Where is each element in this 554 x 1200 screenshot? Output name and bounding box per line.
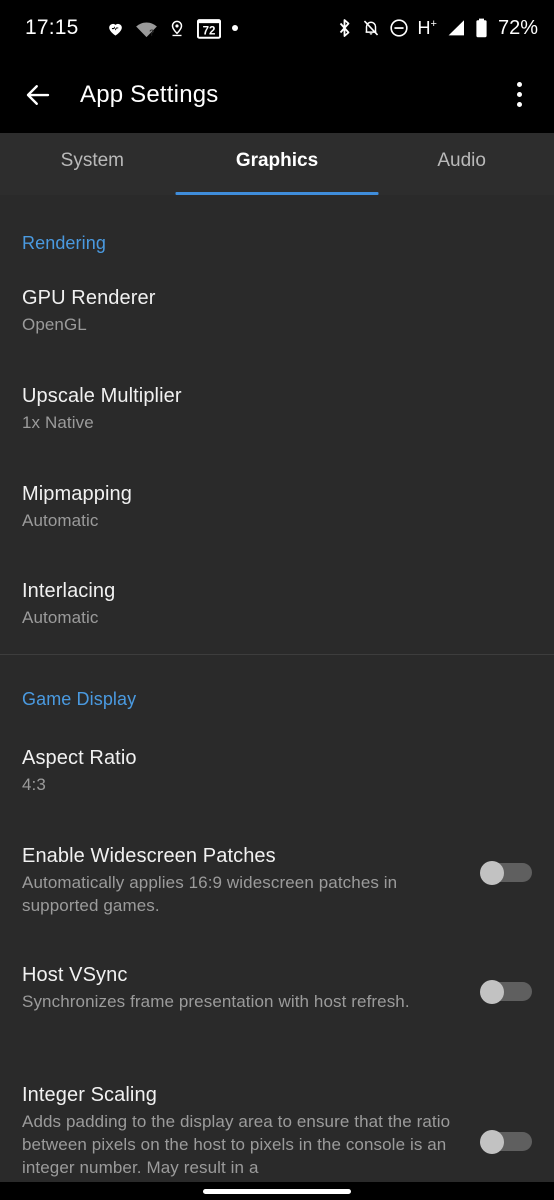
setting-title: Mipmapping	[22, 483, 132, 505]
setting-title: Aspect Ratio	[22, 747, 137, 769]
settings-list[interactable]: Rendering GPU Renderer OpenGL Upscale Mu…	[0, 195, 554, 1182]
row-text: Upscale Multiplier 1x Native	[22, 385, 532, 435]
setting-row-upscale-multiplier[interactable]: Upscale Multiplier 1x Native	[0, 385, 554, 435]
row-text: Integer Scaling Adds padding to the disp…	[22, 1084, 458, 1180]
row-text: Aspect Ratio 4:3	[22, 747, 532, 797]
location-pin-icon	[168, 19, 186, 38]
host-vsync-toggle[interactable]	[480, 980, 532, 1004]
section-header-game-display: Game Display	[22, 689, 137, 709]
network-type-label: H	[417, 18, 431, 38]
heart-icon	[106, 19, 125, 38]
widescreen-patches-toggle[interactable]	[480, 861, 532, 885]
tab-graphics-label: Graphics	[235, 150, 319, 171]
home-gesture-pill[interactable]	[203, 1188, 351, 1194]
setting-row-host-vsync[interactable]: Host VSync Synchronizes frame presentati…	[0, 964, 554, 1014]
setting-row-interlacing[interactable]: Interlacing Automatic	[0, 580, 554, 630]
setting-value: Automatic	[22, 511, 99, 530]
network-hplus-icon: H+	[417, 18, 437, 38]
toggle-thumb	[480, 1130, 504, 1154]
setting-title: Enable Widescreen Patches	[22, 845, 276, 867]
tab-audio-label: Audio	[437, 150, 486, 171]
switch-wrap	[458, 845, 532, 885]
calendar-72-icon: 72	[196, 18, 221, 39]
status-bar: 17:15 ? 72 H+ 72%	[0, 0, 554, 56]
setting-title: Host VSync	[22, 964, 128, 986]
toggle-thumb	[480, 861, 504, 885]
status-clock: 17:15	[25, 16, 79, 39]
do-not-disturb-icon	[389, 18, 409, 38]
setting-row-aspect-ratio[interactable]: Aspect Ratio 4:3	[0, 747, 554, 797]
wifi-question-icon: ?	[135, 19, 157, 38]
setting-value: 4:3	[22, 775, 46, 794]
phone-screen: 17:15 ? 72 H+ 72% App Settings System Gr…	[0, 0, 554, 1200]
navigation-bar	[0, 1182, 554, 1200]
status-bar-left: 17:15 ? 72	[16, 16, 238, 40]
setting-description: Automatically applies 16:9 widescreen pa…	[22, 873, 398, 915]
app-toolbar: App Settings	[0, 56, 554, 133]
integer-scaling-toggle[interactable]	[480, 1130, 532, 1154]
setting-title: GPU Renderer	[22, 287, 156, 309]
setting-row-gpu-renderer[interactable]: GPU Renderer OpenGL	[0, 287, 554, 337]
arrow-left-icon	[23, 80, 53, 110]
tab-system[interactable]: System	[0, 133, 185, 195]
more-vertical-icon[interactable]	[494, 70, 544, 120]
battery-icon	[475, 18, 488, 38]
setting-description: Adds padding to the display area to ensu…	[22, 1112, 451, 1177]
setting-description: Synchronizes frame presentation with hos…	[22, 992, 410, 1011]
setting-title: Integer Scaling	[22, 1084, 157, 1106]
page-title: App Settings	[80, 80, 219, 108]
setting-row-mipmapping[interactable]: Mipmapping Automatic	[0, 483, 554, 533]
notifications-muted-icon	[362, 18, 380, 38]
row-text: Interlacing Automatic	[22, 580, 532, 630]
row-text: GPU Renderer OpenGL	[22, 287, 532, 337]
section-divider	[0, 654, 554, 655]
dot-icon	[231, 25, 238, 31]
tab-bar: System Graphics Audio	[0, 133, 554, 195]
row-text: Host VSync Synchronizes frame presentati…	[22, 964, 458, 1014]
setting-value: Automatic	[22, 608, 99, 627]
row-text: Mipmapping Automatic	[22, 483, 532, 533]
setting-row-integer-scaling[interactable]: Integer Scaling Adds padding to the disp…	[0, 1084, 554, 1180]
network-superscript: +	[430, 18, 437, 30]
tab-audio[interactable]: Audio	[369, 133, 554, 195]
switch-wrap	[458, 1084, 532, 1154]
setting-value: 1x Native	[22, 413, 94, 432]
tab-graphics[interactable]: Graphics	[175, 133, 379, 195]
battery-percent-label: 72%	[497, 16, 538, 39]
toggle-thumb	[480, 980, 504, 1004]
setting-value: OpenGL	[22, 315, 87, 334]
bluetooth-icon	[336, 18, 353, 38]
svg-text:?: ?	[149, 27, 154, 37]
signal-bars-icon	[446, 19, 466, 37]
calendar-badge-text: 72	[202, 25, 215, 37]
tab-system-label: System	[60, 150, 125, 171]
section-header-rendering: Rendering	[22, 233, 106, 253]
row-text: Enable Widescreen Patches Automatically …	[22, 845, 458, 918]
setting-title: Interlacing	[22, 580, 116, 602]
setting-title: Upscale Multiplier	[22, 385, 182, 407]
switch-wrap	[458, 964, 532, 1004]
status-bar-right: H+ 72%	[336, 17, 538, 40]
setting-row-widescreen-patches[interactable]: Enable Widescreen Patches Automatically …	[0, 845, 554, 918]
back-button[interactable]	[10, 80, 66, 110]
